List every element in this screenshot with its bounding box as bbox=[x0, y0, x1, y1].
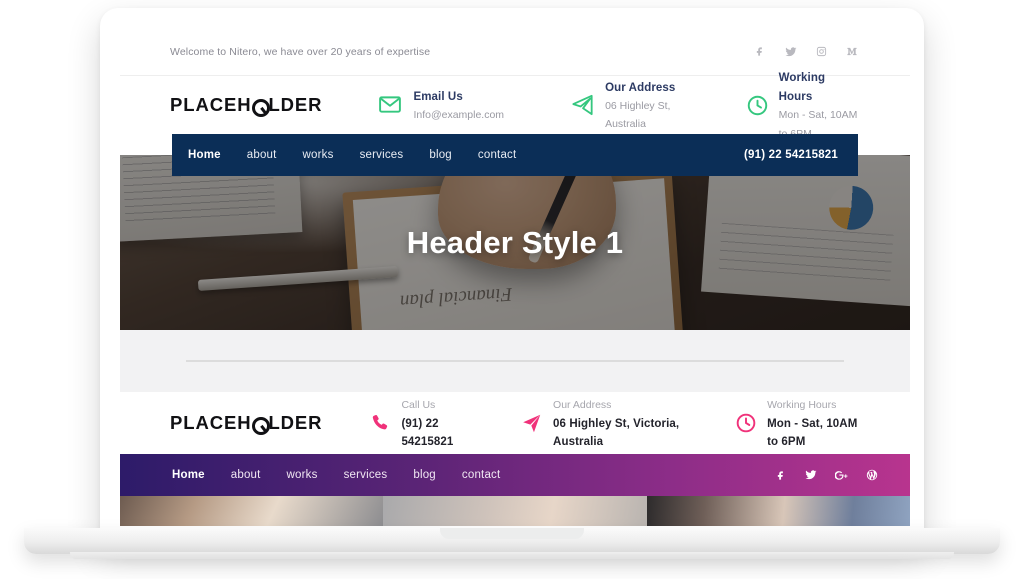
thumbnail-image-1[interactable] bbox=[120, 496, 384, 526]
contact-value-address: 06 Highley St, Victoria, Australia bbox=[553, 417, 680, 449]
gradient-nav-links: Home about works services blog contact bbox=[172, 469, 500, 481]
contact-title-hours: Working Hours bbox=[778, 72, 826, 103]
facebook-icon[interactable] bbox=[755, 46, 766, 57]
logo-o-mark-icon bbox=[252, 98, 271, 117]
logo-text-before: PLACEH bbox=[170, 94, 252, 115]
logo-text-after: LDER bbox=[268, 412, 323, 433]
hero-banner: Financial plan Header Style 1 bbox=[120, 155, 910, 330]
contact-label-call: Call Us bbox=[401, 398, 436, 411]
nav2-item-home[interactable]: Home bbox=[172, 469, 205, 481]
thumbnail-image-3[interactable] bbox=[646, 496, 910, 526]
paper-plane-icon bbox=[571, 93, 594, 117]
header-one-contact-items: Email Us Info@example.com Our Address 06… bbox=[378, 68, 860, 141]
logo-header-one[interactable]: PLACEH LDER bbox=[170, 94, 323, 117]
instagram-icon[interactable] bbox=[816, 46, 827, 57]
nav-item-about[interactable]: about bbox=[247, 149, 277, 161]
contact-value-hours: Mon - Sat, 10AM to 6PM bbox=[767, 417, 858, 449]
nav-item-home[interactable]: Home bbox=[188, 149, 221, 161]
wordpress-icon[interactable] bbox=[866, 469, 878, 481]
contact-label-address: Our Address bbox=[553, 398, 612, 411]
contact-item-address: Our Address 06 Highley St, Australia bbox=[571, 78, 680, 133]
top-social-links bbox=[755, 46, 858, 58]
welcome-text: Welcome to Nitero, we have over 20 years… bbox=[170, 45, 431, 58]
primary-navigation-navy: Home about works services blog contact (… bbox=[172, 134, 858, 176]
nav2-item-about[interactable]: about bbox=[231, 469, 261, 481]
contact-item-email: Email Us Info@example.com bbox=[378, 87, 504, 124]
nav2-item-blog[interactable]: blog bbox=[413, 469, 436, 481]
gradient-nav-social-links bbox=[776, 469, 878, 481]
nav-item-services[interactable]: services bbox=[360, 149, 404, 161]
contact-item-address: Our Address 06 Highley St, Victoria, Aus… bbox=[521, 395, 680, 451]
phone-icon bbox=[370, 411, 390, 435]
horizontal-divider bbox=[186, 360, 844, 362]
contact-sub-email: Info@example.com bbox=[413, 109, 505, 122]
header-two-contact-items: Call Us (91) 22 54215821 Our Address 06 … bbox=[370, 395, 860, 451]
header-one-info-bar: PLACEH LDER Email Us Info@example.com Ou… bbox=[120, 72, 910, 140]
envelope-icon bbox=[378, 93, 402, 117]
nav2-item-contact[interactable]: contact bbox=[462, 469, 500, 481]
clock-icon bbox=[747, 93, 768, 117]
nav-item-works[interactable]: works bbox=[303, 149, 334, 161]
secondary-navigation-gradient: Home about works services blog contact bbox=[120, 454, 910, 496]
logo-header-two[interactable]: PLACEH LDER bbox=[170, 412, 323, 435]
facebook-icon[interactable] bbox=[776, 470, 787, 481]
contact-sub-address: 06 Highley St, Australia bbox=[605, 100, 671, 131]
contact-title-address: Our Address bbox=[605, 81, 676, 94]
medium-icon[interactable] bbox=[846, 46, 858, 57]
logo-text-before: PLACEH bbox=[170, 412, 252, 433]
navy-nav-links: Home about works services blog contact bbox=[188, 149, 516, 161]
nav2-item-works[interactable]: works bbox=[287, 469, 318, 481]
contact-value-call: (91) 22 54215821 bbox=[401, 417, 454, 449]
contact-item-hours: Working Hours Mon - Sat, 10AM to 6PM bbox=[736, 395, 860, 451]
paper-plane-icon bbox=[521, 411, 542, 435]
clock-icon bbox=[736, 411, 756, 435]
contact-item-hours: Working Hours Mon - Sat, 10AM to 6PM bbox=[747, 68, 860, 141]
contact-label-hours: Working Hours bbox=[767, 398, 837, 411]
contact-item-call: Call Us (91) 22 54215821 bbox=[370, 395, 465, 451]
section-spacer bbox=[120, 330, 910, 392]
contact-title-email: Email Us bbox=[413, 90, 463, 103]
browser-viewport: Welcome to Nitero, we have over 20 years… bbox=[120, 28, 910, 528]
nav-item-blog[interactable]: blog bbox=[429, 149, 452, 161]
screenshot-stage: Welcome to Nitero, we have over 20 years… bbox=[0, 0, 1024, 579]
nav-phone-number[interactable]: (91) 22 54215821 bbox=[744, 149, 838, 161]
google-plus-icon[interactable] bbox=[835, 470, 848, 481]
laptop-foot bbox=[70, 552, 954, 559]
laptop-trackpad-notch bbox=[440, 528, 584, 539]
nav2-item-services[interactable]: services bbox=[344, 469, 388, 481]
twitter-icon[interactable] bbox=[805, 469, 817, 481]
thumbnail-image-2[interactable] bbox=[383, 496, 647, 526]
bottom-image-strip bbox=[120, 496, 910, 526]
hero-title: Header Style 1 bbox=[406, 224, 624, 260]
header-two-info-bar: PLACEH LDER Call Us (91) 22 54215821 Our… bbox=[120, 392, 910, 454]
logo-o-mark-icon bbox=[252, 416, 271, 435]
logo-text-after: LDER bbox=[268, 94, 323, 115]
twitter-icon[interactable] bbox=[785, 46, 797, 58]
nav-item-contact[interactable]: contact bbox=[478, 149, 516, 161]
